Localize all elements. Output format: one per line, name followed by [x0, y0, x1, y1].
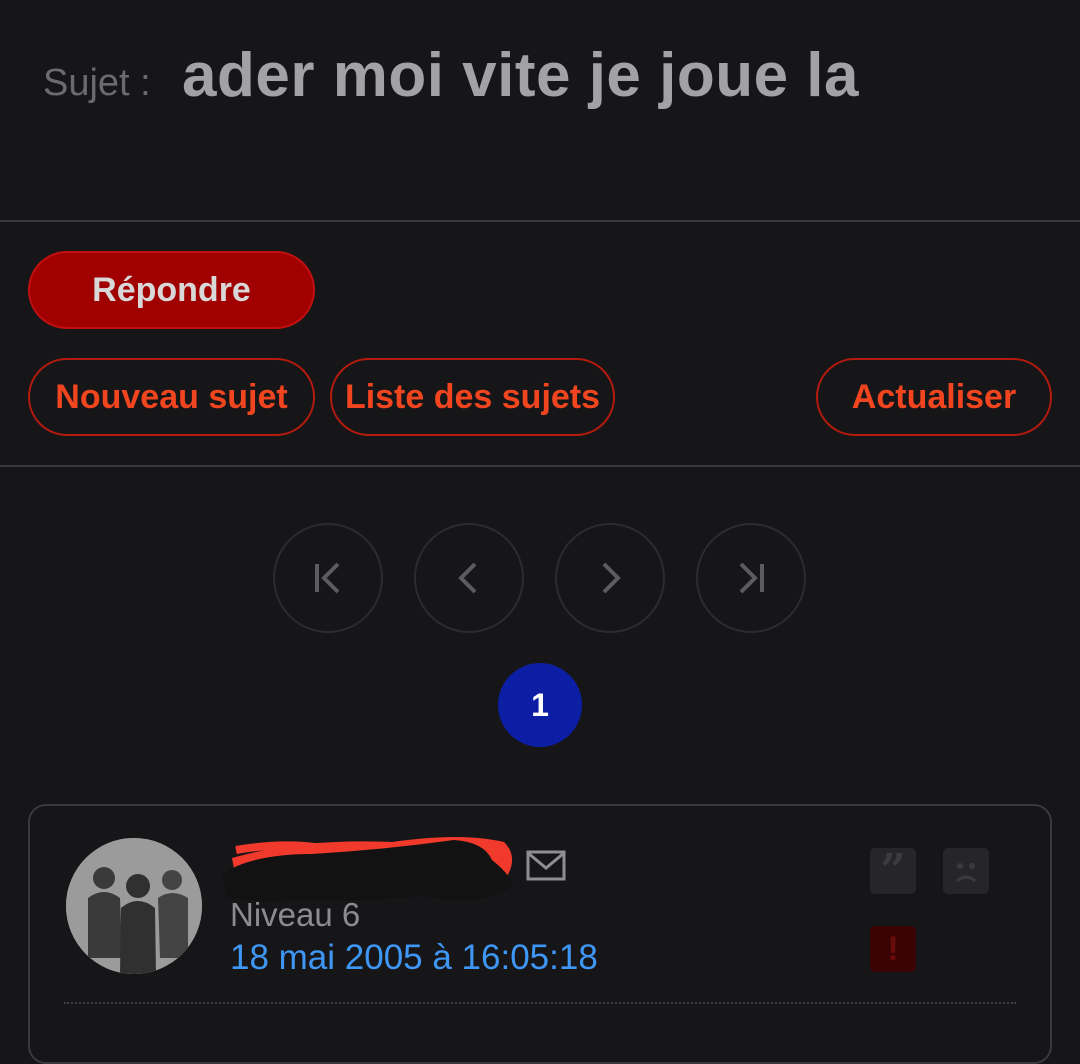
divider — [0, 220, 1080, 222]
page-title: ader moi vite je joue la — [182, 41, 860, 110]
topic-list-button[interactable]: Liste des sujets — [330, 358, 615, 436]
post-separator — [64, 1002, 1016, 1004]
refresh-button[interactable]: Actualiser — [816, 358, 1052, 436]
topic-header: Sujet : ader moi vite je joue la — [0, 0, 1080, 221]
post-date-link[interactable]: 18 mai 2005 à 16:05:18 — [230, 938, 598, 978]
next-page-icon — [602, 562, 621, 594]
report-icon[interactable]: ! — [870, 926, 916, 972]
first-page-icon — [315, 562, 340, 594]
avatar[interactable] — [66, 838, 202, 974]
first-page-button[interactable] — [273, 523, 383, 633]
post-card: Niveau 6 18 mai 2005 à 16:05:18 ” ! — [28, 804, 1052, 1064]
reply-button[interactable]: Répondre — [28, 251, 315, 329]
new-topic-button[interactable]: Nouveau sujet — [28, 358, 315, 436]
next-page-button[interactable] — [555, 523, 665, 633]
current-page-badge[interactable]: 1 — [498, 663, 582, 747]
last-page-button[interactable] — [696, 523, 806, 633]
divider — [0, 465, 1080, 467]
quote-icon[interactable]: ” — [870, 848, 916, 894]
subject-prefix: Sujet : — [43, 62, 151, 104]
mail-icon[interactable] — [526, 850, 566, 882]
last-page-icon — [739, 562, 764, 594]
user-level: Niveau 6 — [230, 896, 361, 933]
sad-face-icon[interactable] — [943, 848, 989, 894]
previous-page-icon — [458, 562, 477, 594]
avatar-image — [66, 838, 202, 974]
previous-page-button[interactable] — [414, 523, 524, 633]
